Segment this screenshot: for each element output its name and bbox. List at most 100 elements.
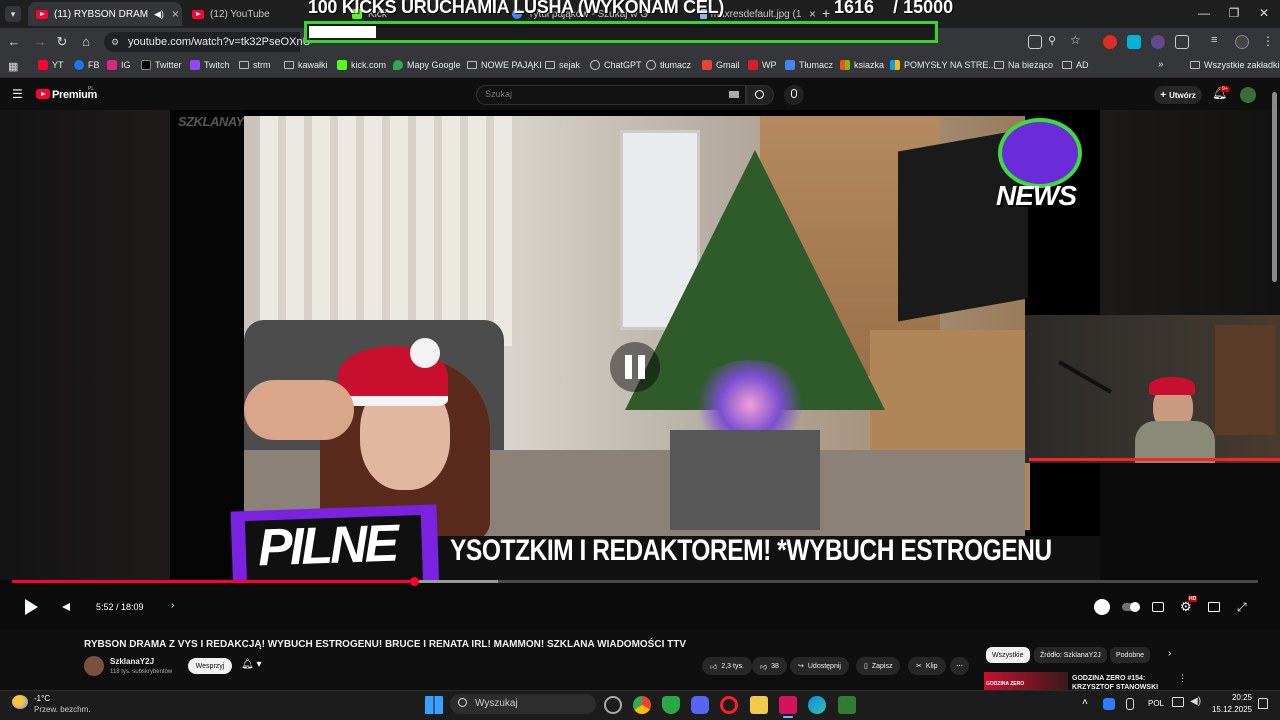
- play-button[interactable]: [22, 598, 40, 616]
- install-app-icon[interactable]: [1028, 35, 1042, 49]
- app-layers-icon[interactable]: [838, 696, 856, 714]
- tab-current-video[interactable]: (11) RYBSON DRAMA Z VYS ◀) ×: [28, 2, 182, 26]
- bookmark-fb[interactable]: FB: [74, 60, 100, 70]
- fullscreen-icon[interactable]: ⤢: [1237, 600, 1247, 615]
- weather-description[interactable]: Przew. bezchm.: [34, 705, 90, 714]
- search-input[interactable]: [476, 85, 746, 105]
- like-button[interactable]: 👍︎ 2,3 tys.: [702, 657, 752, 675]
- bookmark-ig[interactable]: IG: [107, 60, 131, 70]
- channel-avatar[interactable]: [84, 656, 104, 676]
- discord-icon[interactable]: [691, 696, 709, 714]
- video-frame[interactable]: SZKLANAY2J NEWS YSOTZKIM I REDAKTOREM! *…: [170, 110, 1100, 580]
- autoplay-toggle[interactable]: [1122, 602, 1140, 612]
- weather-icon[interactable]: [12, 695, 28, 709]
- chapters-chevron-icon[interactable]: ›: [171, 600, 174, 611]
- chip-all[interactable]: Wszystkie: [986, 647, 1030, 663]
- url-text[interactable]: youtube.com/watch?v=tk32PseOXnU: [128, 36, 311, 48]
- clock-date[interactable]: 15.12.2025: [1210, 705, 1252, 714]
- keyboard-icon[interactable]: [729, 91, 739, 98]
- clock-time[interactable]: 20:25: [1224, 693, 1252, 702]
- apps-grid-icon[interactable]: ▦: [8, 60, 18, 73]
- close-window-icon[interactable]: ✕: [1252, 6, 1276, 20]
- profile-avatar-icon[interactable]: [1235, 35, 1249, 49]
- file-explorer-icon[interactable]: [750, 696, 768, 714]
- notifications-subscribe-bell-icon[interactable]: 🔔︎ ▾: [241, 659, 262, 670]
- bookmark-star-icon[interactable]: ☆: [1070, 33, 1081, 47]
- dislike-button[interactable]: 👎︎ 38: [752, 657, 787, 675]
- volume-tray-icon[interactable]: ◀): [1190, 696, 1201, 707]
- bookmark-kick[interactable]: kick.com: [337, 60, 386, 70]
- chip-related[interactable]: Podobne: [1110, 647, 1151, 663]
- support-button[interactable]: Wesprzyj: [188, 658, 232, 674]
- miniplayer-icon[interactable]: [1208, 602, 1220, 612]
- tray-chevron-icon[interactable]: ˄: [1082, 697, 1088, 708]
- subtitles-icon[interactable]: [1152, 602, 1164, 612]
- copilot-icon[interactable]: [604, 696, 622, 714]
- chip-source[interactable]: Źródło: SzklanaY2J: [1034, 647, 1107, 663]
- clip-button[interactable]: ✂ Klip: [908, 657, 946, 675]
- bookmark-sejak[interactable]: sejak: [545, 60, 580, 70]
- weather-temperature[interactable]: -1°C: [34, 694, 50, 703]
- bookmark-twitch[interactable]: Twitch: [190, 60, 230, 70]
- search-button[interactable]: [746, 85, 774, 105]
- opera-icon[interactable]: [720, 696, 738, 714]
- bookmark-nowe-pajaki[interactable]: NOWE PAJĄKI: [467, 60, 542, 70]
- start-windows-icon[interactable]: [425, 696, 443, 714]
- bookmark-na-biezaco[interactable]: Na bieżąco: [994, 60, 1053, 70]
- chrome-icon[interactable]: [633, 696, 651, 714]
- notification-center-icon[interactable]: [1258, 698, 1268, 709]
- edge-icon[interactable]: [808, 696, 826, 714]
- bookmark-pomysly[interactable]: POMYSŁY NA STRE...: [890, 60, 996, 70]
- tab-search-dropdown[interactable]: ▾: [5, 6, 21, 22]
- ambient-mode-icon[interactable]: [1094, 599, 1110, 615]
- close-tab-icon[interactable]: ×: [809, 7, 816, 21]
- bookmark-chatgpt[interactable]: ChatGPT: [590, 60, 642, 70]
- back-icon[interactable]: ←: [6, 34, 22, 50]
- zoom-icon[interactable]: ⚲: [1048, 34, 1056, 47]
- tray-app-icon[interactable]: [1103, 698, 1115, 710]
- chips-next-icon[interactable]: ›: [1168, 648, 1171, 659]
- recommendation-menu-icon[interactable]: ⋮: [1178, 673, 1187, 684]
- bookmark-ksiazka[interactable]: ksiazka: [840, 60, 884, 70]
- bookmark-strm[interactable]: strm: [239, 60, 271, 70]
- voice-search-button[interactable]: [784, 85, 804, 105]
- streaming-app-icon[interactable]: [779, 696, 797, 714]
- bookmark-maps[interactable]: Mapy Google: [393, 60, 461, 70]
- restore-icon[interactable]: ❐: [1222, 6, 1246, 20]
- new-tab-button[interactable]: +: [822, 5, 830, 21]
- network-icon[interactable]: [1172, 697, 1184, 707]
- create-button[interactable]: + Utwórz: [1154, 86, 1202, 104]
- hamburger-menu-icon[interactable]: ☰: [12, 87, 23, 101]
- share-button[interactable]: ↪ Udostępnij: [790, 657, 849, 675]
- keyboard-language[interactable]: POL: [1148, 699, 1164, 708]
- bookmark-yt[interactable]: YT: [38, 60, 64, 70]
- tray-capture-icon[interactable]: [1126, 698, 1134, 710]
- forward-icon[interactable]: →: [32, 34, 48, 50]
- save-button[interactable]: ▯ Zapisz: [856, 657, 901, 675]
- home-icon[interactable]: ⌂: [78, 34, 94, 50]
- extension-tool-icon[interactable]: [1127, 35, 1141, 49]
- speaker-icon[interactable]: ◀): [154, 9, 164, 20]
- recommendation-thumbnail[interactable]: GODZINA ZERO: [984, 672, 1068, 690]
- bookmark-twitter[interactable]: Twitter: [141, 60, 182, 70]
- page-scrollbar[interactable]: [1272, 92, 1277, 282]
- bookmark-gmail[interactable]: Gmail: [702, 60, 740, 70]
- brave-icon[interactable]: [662, 696, 680, 714]
- account-avatar[interactable]: [1240, 87, 1256, 103]
- youtube-logo-icon[interactable]: [36, 89, 50, 99]
- media-controls-icon[interactable]: ≡: [1211, 34, 1217, 46]
- reload-icon[interactable]: ↻: [54, 34, 70, 50]
- pause-indicator[interactable]: [610, 342, 660, 392]
- bookmark-kawalki[interactable]: kawałki: [284, 60, 328, 70]
- progress-scrubber[interactable]: [410, 577, 419, 586]
- volume-button[interactable]: [60, 600, 74, 614]
- minimize-icon[interactable]: —: [1192, 6, 1216, 20]
- all-bookmarks-button[interactable]: Wszystkie zakładki: [1190, 60, 1280, 70]
- channel-name[interactable]: SzklanaY2J: [110, 657, 154, 666]
- site-info-icon[interactable]: ⚙: [111, 37, 119, 48]
- more-bookmarks-icon[interactable]: »: [1158, 59, 1164, 70]
- bookmark-tlumacz-google[interactable]: Tłumacz: [785, 60, 833, 70]
- bookmark-ad[interactable]: AD: [1062, 60, 1089, 70]
- bookmark-wp[interactable]: WP: [748, 60, 777, 70]
- extensions-puzzle-icon[interactable]: [1175, 35, 1189, 49]
